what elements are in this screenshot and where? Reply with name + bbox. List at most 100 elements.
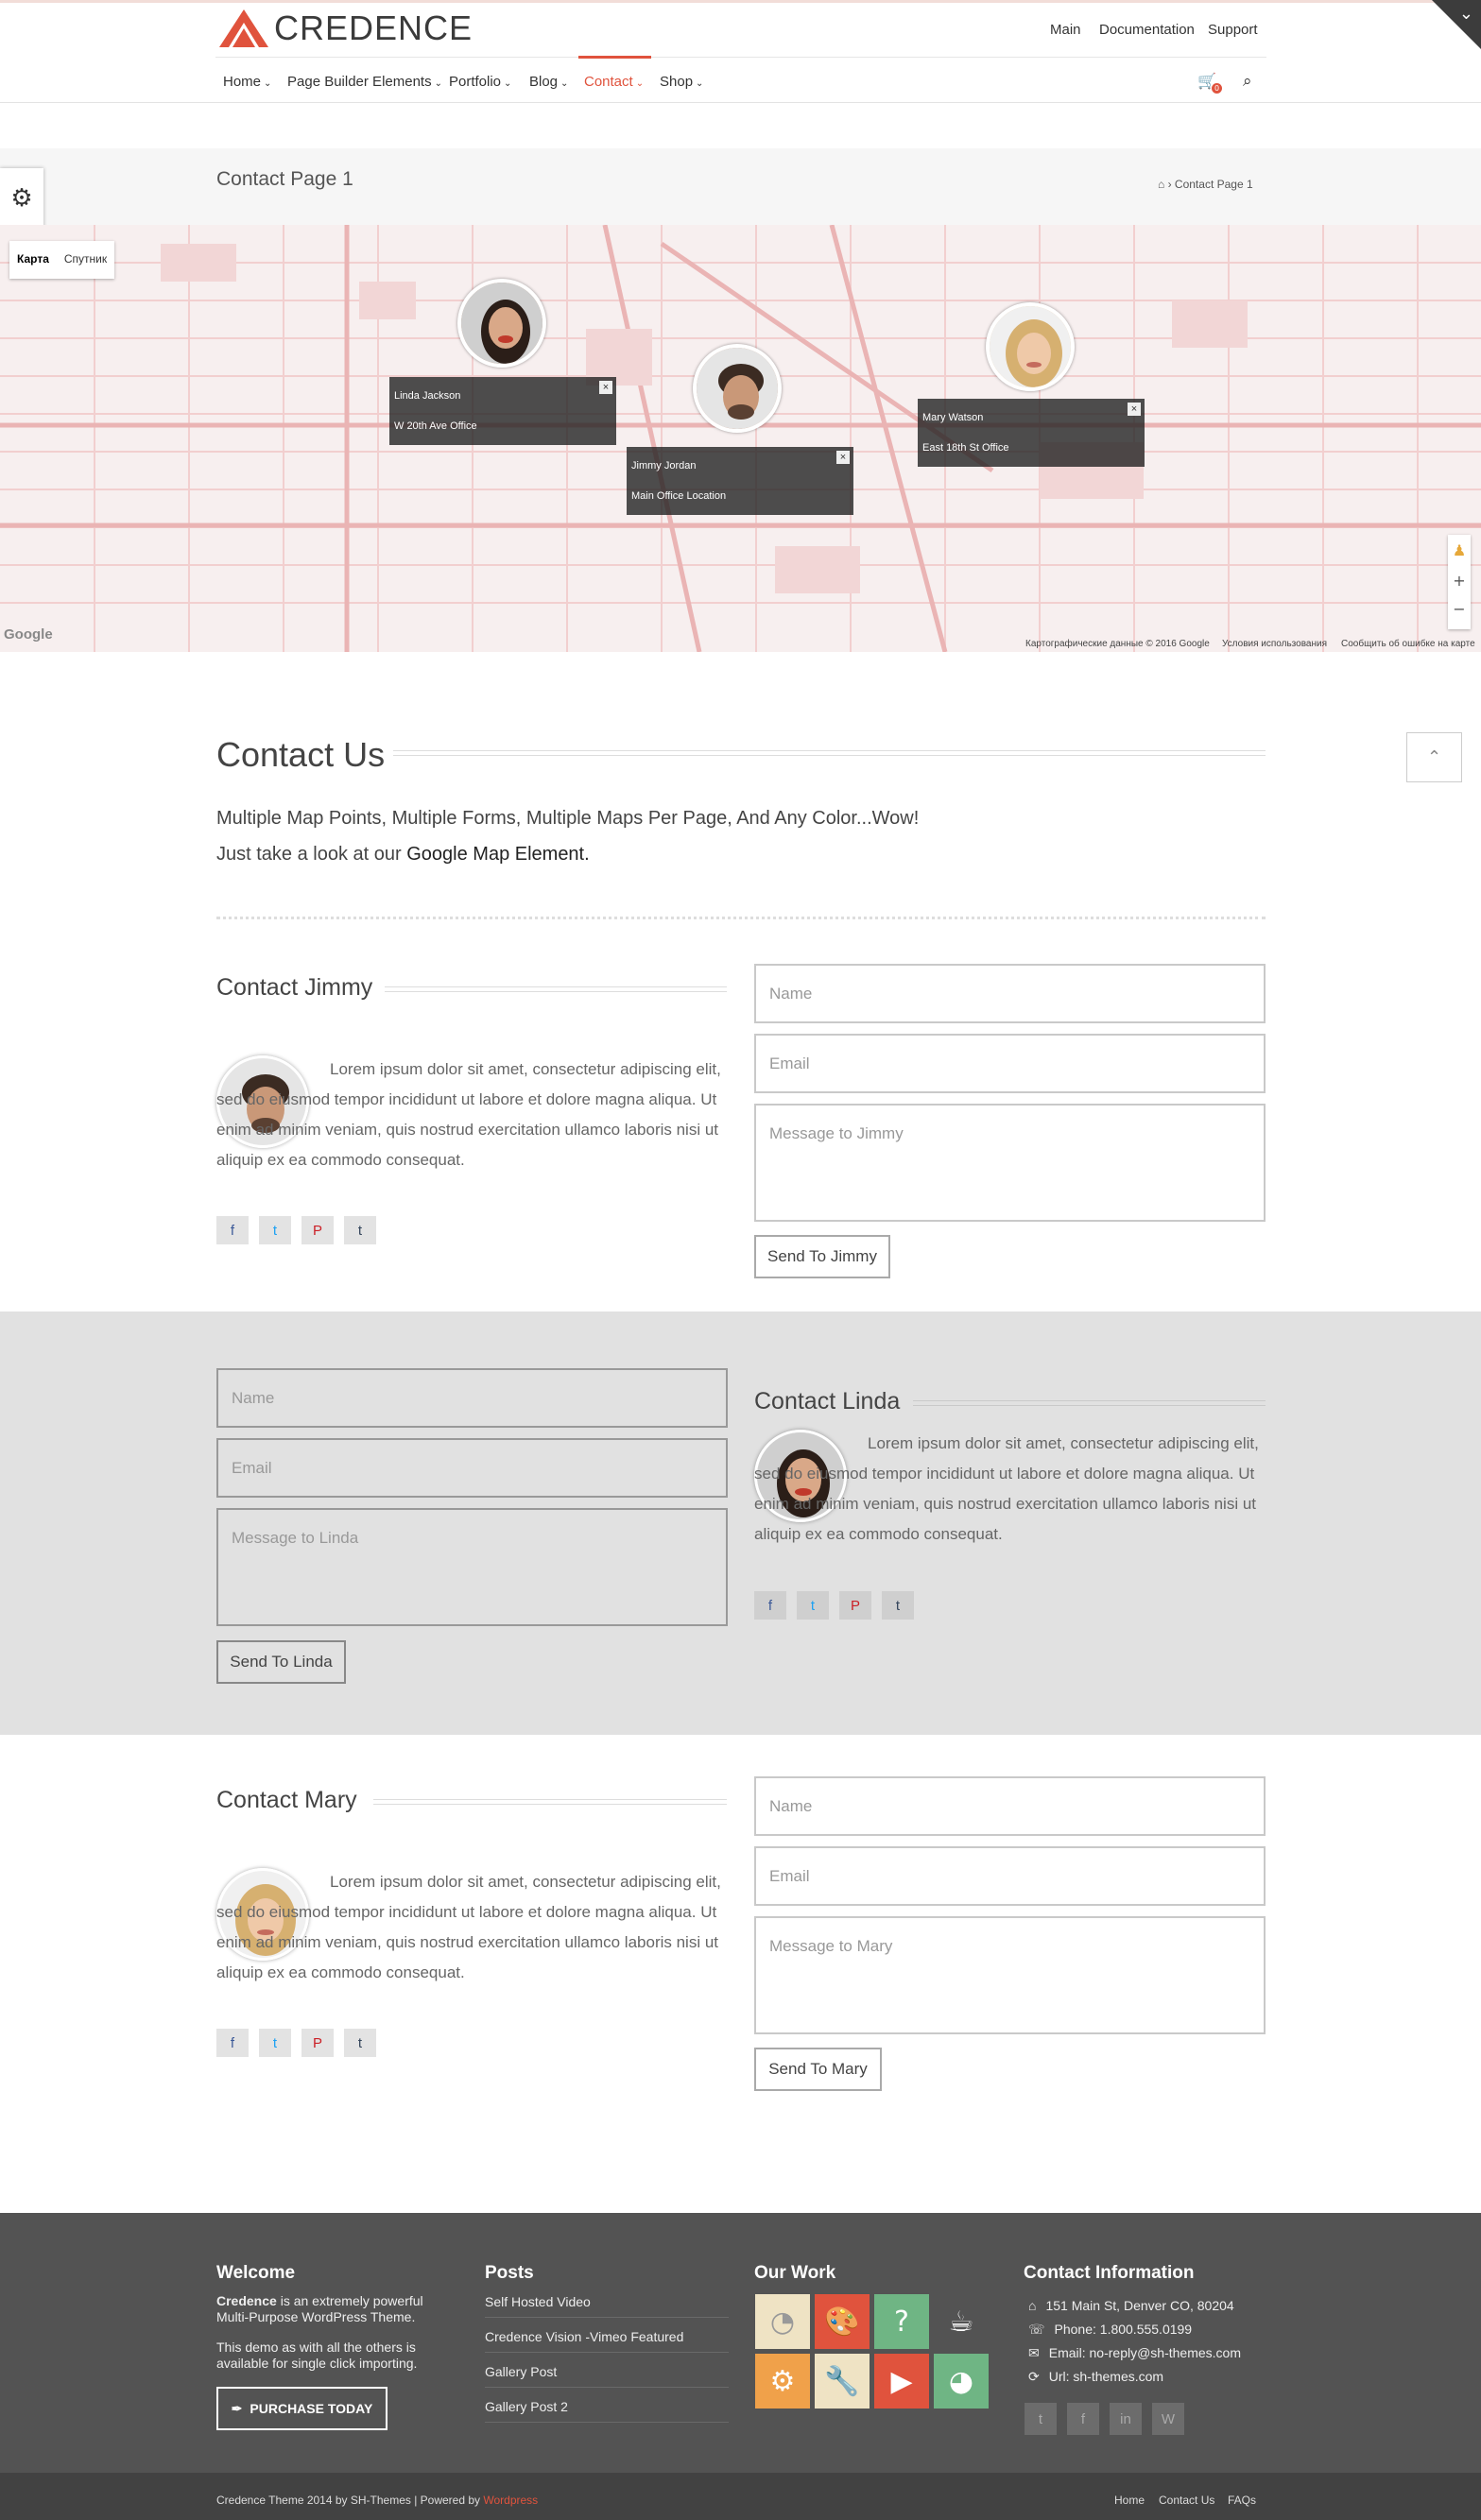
linda-message-textarea[interactable]: Message to Linda (216, 1508, 728, 1626)
map-report-link[interactable]: Сообщить об ошибке на карте (1341, 639, 1475, 649)
zoom-in-button[interactable]: + (1448, 567, 1471, 595)
close-icon[interactable]: × (1128, 403, 1141, 416)
mary-email-input[interactable]: Email (754, 1846, 1266, 1906)
close-icon[interactable]: × (836, 451, 850, 464)
home-icon[interactable]: ⌂ (1158, 178, 1164, 191)
facebook-icon[interactable]: f (1067, 2403, 1099, 2435)
linkedin-icon[interactable]: in (1110, 2403, 1142, 2435)
footer-post-link[interactable]: Gallery Post (485, 2364, 729, 2388)
nav-contact[interactable]: Contact ⌄ (584, 74, 644, 90)
pegman-icon[interactable]: ♟ (1448, 535, 1471, 567)
tumblr-icon[interactable]: t (344, 1216, 376, 1244)
copyright-text: Credence Theme 2014 by SH-Themes | Power… (216, 2494, 484, 2507)
nav-home[interactable]: Home ⌄ (223, 74, 271, 90)
linda-name-input[interactable]: Name (216, 1368, 728, 1428)
work-palette-icon[interactable]: 🎨 (815, 2294, 870, 2349)
settings-gear-icon[interactable]: ⚙ (0, 168, 43, 229)
contact-us-heading: Contact Us (216, 735, 386, 774)
footer-email[interactable]: ✉ Email: no-reply@sh-themes.com (1028, 2345, 1241, 2361)
nav-page-builder-label: Page Builder Elements (287, 74, 432, 90)
twitter-icon[interactable]: t (1025, 2403, 1057, 2435)
twitter-icon[interactable]: t (259, 2029, 291, 2057)
info-name: Jimmy Jordan (631, 460, 697, 471)
linda-bio: Lorem ipsum dolor sit amet, consectetur … (754, 1434, 1259, 1543)
google-map-element-link[interactable]: Google Map Element. (406, 844, 589, 865)
chevron-up-icon: ⌃ (1426, 747, 1442, 767)
cart-count-badge: 0 (1212, 83, 1222, 94)
map-marker-jimmy[interactable] (693, 344, 782, 433)
header-divider (215, 57, 1266, 58)
breadcrumb-current: Contact Page 1 (1174, 178, 1253, 191)
nav-blog[interactable]: Blog ⌄ (529, 74, 568, 90)
work-tools-icon[interactable]: 🔧 (815, 2354, 870, 2409)
twitter-icon[interactable]: t (797, 1591, 829, 1620)
zoom-out-button[interactable]: − (1448, 595, 1471, 624)
dotted-divider (216, 917, 1266, 919)
footer-post-link[interactable]: Credence Vision -Vimeo Featured (485, 2329, 729, 2353)
linda-email-input[interactable]: Email (216, 1438, 728, 1498)
contact-mary-heading: Contact Mary (216, 1787, 357, 1813)
send-to-jimmy-button[interactable]: Send To Jimmy (754, 1235, 890, 1278)
tumblr-icon[interactable]: t (344, 2029, 376, 2057)
pinterest-icon[interactable]: P (301, 1216, 334, 1244)
search-icon[interactable]: ⌕ (1243, 72, 1252, 91)
work-gear-icon[interactable]: ⚙ (755, 2354, 810, 2409)
map-terms-link[interactable]: Условия использования (1222, 639, 1327, 649)
facebook-icon[interactable]: f (216, 1216, 249, 1244)
wordpress-icon[interactable]: W (1152, 2403, 1184, 2435)
footer-post-link[interactable]: Self Hosted Video (485, 2294, 729, 2318)
chevron-down-icon: ⌄ (696, 78, 704, 89)
footer-url[interactable]: ⟳ Url: sh-themes.com (1028, 2369, 1163, 2385)
facebook-icon[interactable]: f (754, 1591, 786, 1620)
send-to-linda-button[interactable]: Send To Linda (216, 1640, 346, 1684)
site-logo[interactable]: CREDENCE (217, 8, 473, 49)
google-logo[interactable]: Google (4, 626, 53, 643)
work-clock-icon[interactable]: ◔ (755, 2294, 810, 2349)
map-roads (0, 225, 1481, 652)
top-link-support[interactable]: Support (1208, 22, 1258, 38)
map-type-map[interactable]: Карта (9, 241, 57, 279)
wordpress-link[interactable]: Wordpress (483, 2494, 538, 2507)
info-name: Mary Watson (922, 412, 984, 423)
footer-post-link[interactable]: Gallery Post 2 (485, 2399, 729, 2423)
pinterest-icon[interactable]: P (839, 1591, 871, 1620)
mary-name-input[interactable]: Name (754, 1776, 1266, 1836)
twitter-icon[interactable]: t (259, 1216, 291, 1244)
footer-email-text: Email: no-reply@sh-themes.com (1048, 2345, 1242, 2360)
nav-shop-label: Shop (660, 74, 694, 90)
top-link-documentation[interactable]: Documentation (1099, 22, 1195, 38)
nav-portfolio[interactable]: Portfolio ⌄ (449, 74, 511, 90)
tumblr-icon[interactable]: t (882, 1591, 914, 1620)
footer-link-contact[interactable]: Contact Us (1159, 2494, 1214, 2507)
info-office: East 18th St Office (922, 442, 1009, 454)
map-marker-linda[interactable] (457, 279, 546, 368)
jimmy-message-textarea[interactable]: Message to Jimmy (754, 1104, 1266, 1222)
logo-text: CREDENCE (274, 9, 474, 47)
info-office: W 20th Ave Office (394, 420, 477, 432)
send-to-mary-button[interactable]: Send To Mary (754, 2048, 882, 2091)
facebook-icon[interactable]: f (216, 2029, 249, 2057)
work-chart-icon[interactable]: ◕ (934, 2354, 989, 2409)
pinterest-icon[interactable]: P (301, 2029, 334, 2057)
footer-link-home[interactable]: Home (1114, 2494, 1145, 2507)
panel-toggle-corner[interactable]: ⌄ (1432, 0, 1481, 49)
close-icon[interactable]: × (599, 381, 612, 394)
back-to-top-button[interactable]: ⌃ (1406, 732, 1462, 782)
footer-link-faqs[interactable]: FAQs (1228, 2494, 1256, 2507)
chevron-down-icon: ⌄ (1458, 4, 1473, 24)
google-map[interactable]: × Linda Jackson W 20th Ave Office × Jimm… (0, 225, 1481, 652)
map-type-satellite[interactable]: Спутник (57, 241, 114, 279)
work-question-icon[interactable]: ? (874, 2294, 929, 2349)
active-nav-indicator (578, 56, 651, 59)
nav-page-builder[interactable]: Page Builder Elements ⌄ (287, 74, 442, 90)
mary-message-textarea[interactable]: Message to Mary (754, 1916, 1266, 2034)
nav-shop[interactable]: Shop ⌄ (660, 74, 703, 90)
map-marker-mary[interactable] (986, 302, 1075, 391)
top-link-main[interactable]: Main (1050, 22, 1081, 38)
work-video-icon[interactable]: ▶ (874, 2354, 929, 2409)
jimmy-bio: Lorem ipsum dolor sit amet, consectetur … (216, 1060, 721, 1169)
work-coffee-icon[interactable]: ☕ (934, 2294, 989, 2349)
purchase-today-button[interactable]: ✒ PURCHASE TODAY (216, 2387, 387, 2430)
jimmy-name-input[interactable]: Name (754, 964, 1266, 1023)
jimmy-email-input[interactable]: Email (754, 1034, 1266, 1093)
